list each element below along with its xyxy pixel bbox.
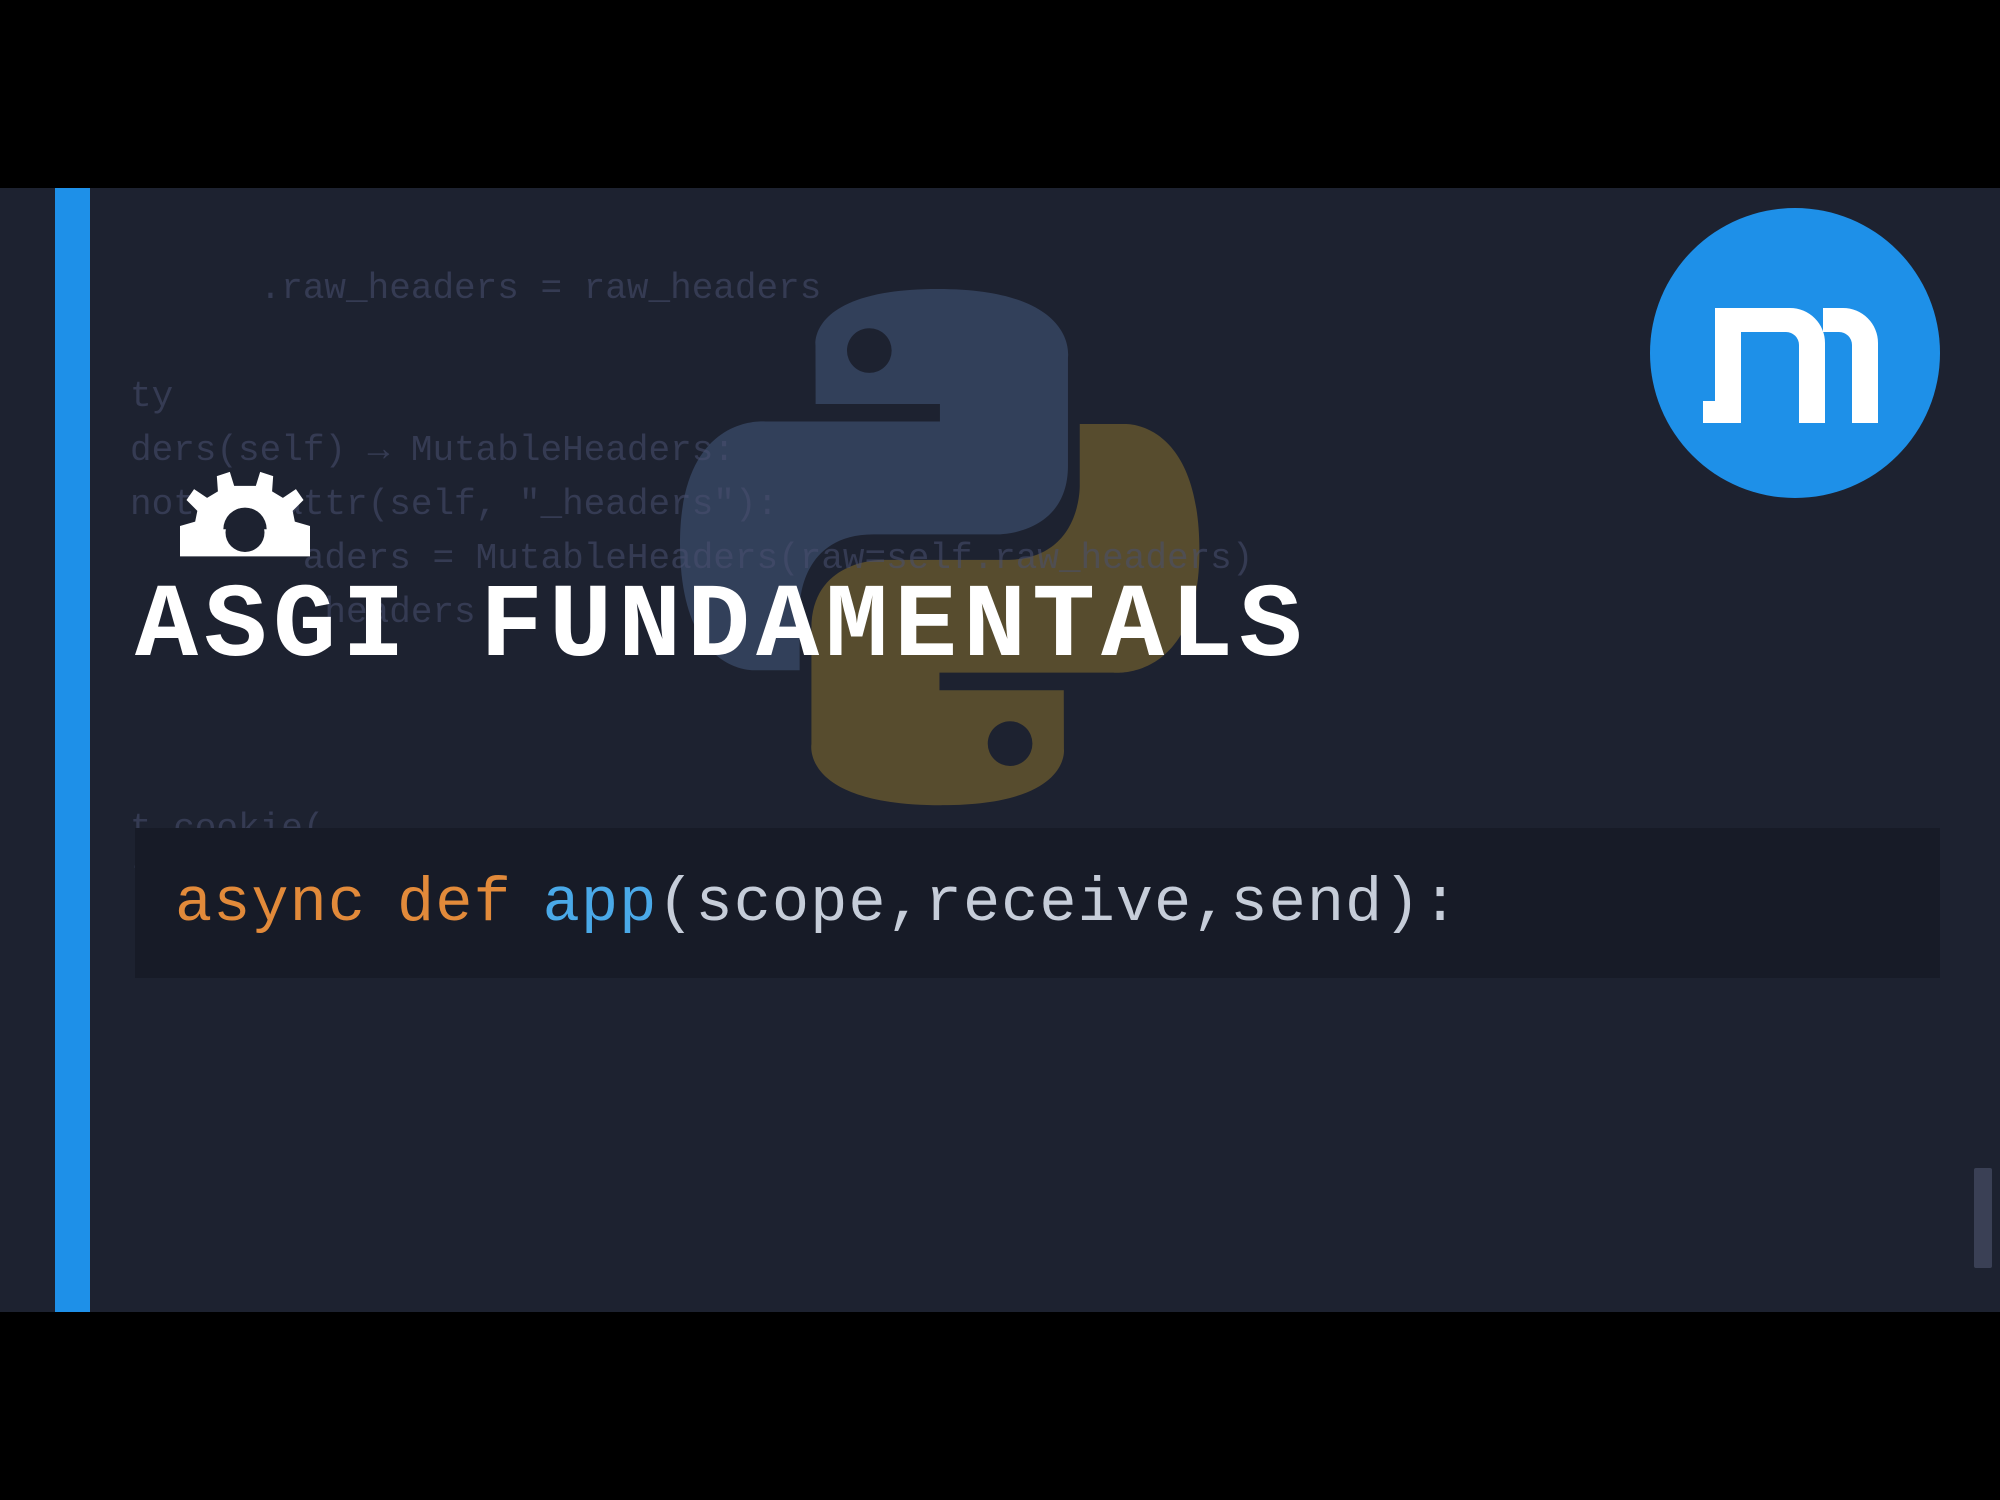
param-send: send: [1230, 868, 1383, 939]
thumbnail-title: ASGI FUNDAMENTALS: [135, 568, 1308, 687]
thumbnail-frame: .raw_headers = raw_headers ty ders(self)…: [0, 0, 2000, 1500]
scrollbar-thumb: [1974, 1168, 1992, 1268]
brand-logo-m-icon: [1695, 253, 1895, 453]
code-banner: async def app ( scope , receive , send )…: [135, 828, 1940, 978]
param-scope: scope: [696, 868, 887, 939]
keyword-def: def: [397, 868, 512, 939]
function-name: app: [543, 868, 658, 939]
brand-logo: [1650, 208, 1940, 498]
lparen: (: [657, 868, 695, 939]
gear-icon: [180, 468, 310, 558]
rparen: ): [1383, 868, 1421, 939]
accent-bar: [55, 188, 90, 1312]
colon: :: [1421, 868, 1459, 939]
comma2: ,: [1192, 868, 1230, 939]
comma1: ,: [887, 868, 925, 939]
content-area: .raw_headers = raw_headers ty ders(self)…: [0, 188, 2000, 1312]
param-receive: receive: [925, 868, 1192, 939]
keyword-async: async: [175, 868, 366, 939]
